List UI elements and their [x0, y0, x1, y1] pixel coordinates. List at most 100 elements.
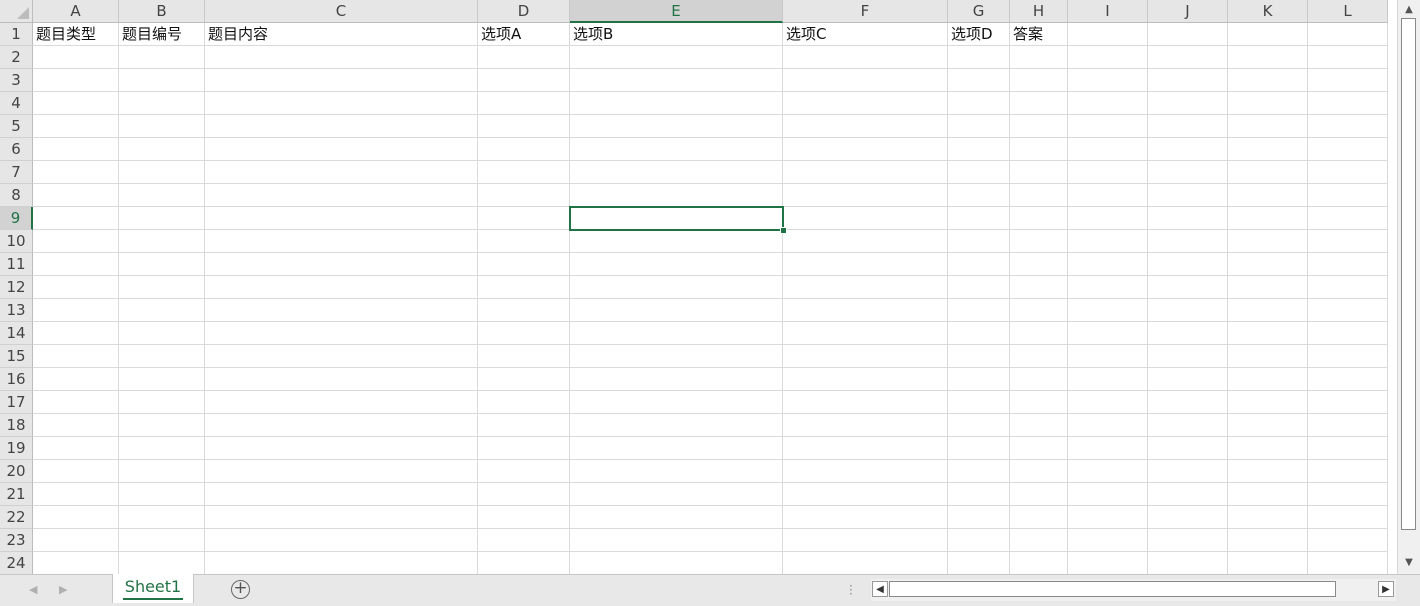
cell-a7[interactable] — [33, 161, 119, 184]
cell-l10[interactable] — [1308, 230, 1388, 253]
cell-e15[interactable] — [570, 345, 783, 368]
cell-f21[interactable] — [783, 483, 948, 506]
column-header-a[interactable]: A — [33, 0, 119, 23]
cell-i11[interactable] — [1068, 253, 1148, 276]
cell-i2[interactable] — [1068, 46, 1148, 69]
cell-a12[interactable] — [33, 276, 119, 299]
tab-splitter-handle[interactable]: · · · — [849, 580, 853, 600]
cell-h15[interactable] — [1010, 345, 1068, 368]
cell-l5[interactable] — [1308, 115, 1388, 138]
cell-f24[interactable] — [783, 552, 948, 574]
vertical-scrollbar[interactable]: ▲ ▼ — [1397, 0, 1420, 574]
cell-d15[interactable] — [478, 345, 570, 368]
cell-f15[interactable] — [783, 345, 948, 368]
cell-g9[interactable] — [948, 207, 1010, 230]
cell-b10[interactable] — [119, 230, 205, 253]
cell-c12[interactable] — [205, 276, 478, 299]
chevron-left-icon[interactable]: ◀ — [29, 583, 37, 596]
cell-a4[interactable] — [33, 92, 119, 115]
cell-j22[interactable] — [1148, 506, 1228, 529]
cell-c9[interactable] — [205, 207, 478, 230]
cell-j20[interactable] — [1148, 460, 1228, 483]
cell-g11[interactable] — [948, 253, 1010, 276]
cell-g17[interactable] — [948, 391, 1010, 414]
cell-c10[interactable] — [205, 230, 478, 253]
cell-b4[interactable] — [119, 92, 205, 115]
row-header-1[interactable]: 1 — [0, 23, 33, 46]
cell-g18[interactable] — [948, 414, 1010, 437]
cell-e14[interactable] — [570, 322, 783, 345]
cell-i12[interactable] — [1068, 276, 1148, 299]
cell-d6[interactable] — [478, 138, 570, 161]
triangle-left-icon[interactable]: ◀ — [872, 581, 888, 597]
cell-i15[interactable] — [1068, 345, 1148, 368]
cell-h19[interactable] — [1010, 437, 1068, 460]
row-header-9[interactable]: 9 — [0, 207, 33, 230]
cell-j21[interactable] — [1148, 483, 1228, 506]
cell-b18[interactable] — [119, 414, 205, 437]
column-header-c[interactable]: C — [205, 0, 478, 23]
cell-h9[interactable] — [1010, 207, 1068, 230]
cell-h3[interactable] — [1010, 69, 1068, 92]
cell-j18[interactable] — [1148, 414, 1228, 437]
cell-b24[interactable] — [119, 552, 205, 574]
row-header-23[interactable]: 23 — [0, 529, 33, 552]
cell-c24[interactable] — [205, 552, 478, 574]
cell-f23[interactable] — [783, 529, 948, 552]
cell-i13[interactable] — [1068, 299, 1148, 322]
cell-f3[interactable] — [783, 69, 948, 92]
cell-b2[interactable] — [119, 46, 205, 69]
cell-c18[interactable] — [205, 414, 478, 437]
cell-f7[interactable] — [783, 161, 948, 184]
triangle-up-icon[interactable]: ▲ — [1401, 2, 1417, 18]
cell-c17[interactable] — [205, 391, 478, 414]
cell-k22[interactable] — [1228, 506, 1308, 529]
cell-k9[interactable] — [1228, 207, 1308, 230]
cell-b16[interactable] — [119, 368, 205, 391]
cell-f1[interactable]: 选项C — [783, 23, 948, 46]
cell-e22[interactable] — [570, 506, 783, 529]
cell-e21[interactable] — [570, 483, 783, 506]
row-header-5[interactable]: 5 — [0, 115, 33, 138]
cell-l19[interactable] — [1308, 437, 1388, 460]
row-header-11[interactable]: 11 — [0, 253, 33, 276]
cell-h22[interactable] — [1010, 506, 1068, 529]
cell-a1[interactable]: 题目类型 — [33, 23, 119, 46]
column-header-i[interactable]: I — [1068, 0, 1148, 23]
cell-c4[interactable] — [205, 92, 478, 115]
cell-d13[interactable] — [478, 299, 570, 322]
cell-a22[interactable] — [33, 506, 119, 529]
cell-f22[interactable] — [783, 506, 948, 529]
cell-h18[interactable] — [1010, 414, 1068, 437]
cell-g7[interactable] — [948, 161, 1010, 184]
cell-d21[interactable] — [478, 483, 570, 506]
cell-e4[interactable] — [570, 92, 783, 115]
cell-b7[interactable] — [119, 161, 205, 184]
row-header-2[interactable]: 2 — [0, 46, 33, 69]
cell-a16[interactable] — [33, 368, 119, 391]
cell-f17[interactable] — [783, 391, 948, 414]
cell-d19[interactable] — [478, 437, 570, 460]
cell-a23[interactable] — [33, 529, 119, 552]
cell-i6[interactable] — [1068, 138, 1148, 161]
cell-g12[interactable] — [948, 276, 1010, 299]
cell-d12[interactable] — [478, 276, 570, 299]
fill-handle[interactable] — [780, 227, 787, 234]
cell-k17[interactable] — [1228, 391, 1308, 414]
row-header-18[interactable]: 18 — [0, 414, 33, 437]
cell-g10[interactable] — [948, 230, 1010, 253]
cell-k21[interactable] — [1228, 483, 1308, 506]
cell-d10[interactable] — [478, 230, 570, 253]
cell-g3[interactable] — [948, 69, 1010, 92]
cell-j6[interactable] — [1148, 138, 1228, 161]
cell-h1[interactable]: 答案 — [1010, 23, 1068, 46]
row-header-15[interactable]: 15 — [0, 345, 33, 368]
row-header-13[interactable]: 13 — [0, 299, 33, 322]
cell-a18[interactable] — [33, 414, 119, 437]
cell-e20[interactable] — [570, 460, 783, 483]
cell-b23[interactable] — [119, 529, 205, 552]
row-header-17[interactable]: 17 — [0, 391, 33, 414]
select-all-button[interactable] — [0, 0, 33, 23]
cell-f11[interactable] — [783, 253, 948, 276]
cell-h20[interactable] — [1010, 460, 1068, 483]
